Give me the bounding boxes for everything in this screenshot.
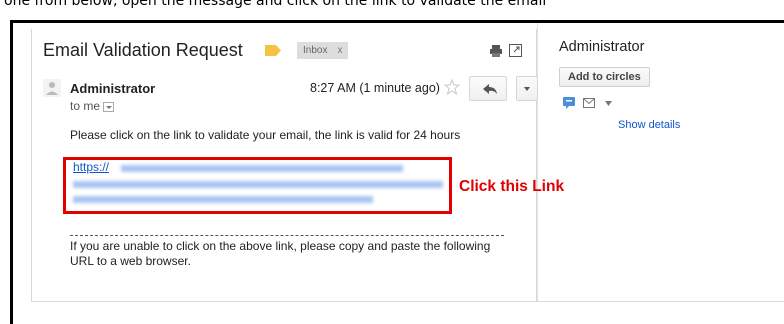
mail-icon[interactable]	[583, 98, 595, 108]
show-details-link[interactable]: Show details	[618, 119, 680, 131]
contact-name: Administrator	[559, 39, 645, 55]
panel-bottom-border	[537, 301, 784, 302]
gmail-window: Email Validation Request Inbox x Administ…	[10, 20, 784, 324]
dashed-separator	[70, 235, 504, 236]
show-details-dropdown-icon[interactable]	[103, 101, 115, 112]
inbox-label-chip[interactable]: Inbox x	[297, 42, 349, 59]
screenshot: one from below, open the message and cli…	[0, 0, 784, 324]
message-subject: Email Validation Request	[43, 40, 243, 60]
label-tag-icon[interactable]	[265, 45, 281, 56]
chevron-down-icon[interactable]	[605, 101, 612, 106]
click-link-callout: Click this Link	[459, 178, 565, 195]
add-to-circles-button[interactable]: Add to circles	[559, 67, 650, 87]
chat-icon[interactable]	[563, 97, 575, 109]
recipient-line: to me	[70, 99, 115, 113]
sender-name[interactable]: Administrator	[70, 81, 155, 96]
more-actions-button[interactable]	[516, 76, 538, 101]
new-window-icon[interactable]	[509, 44, 522, 57]
panel-divider	[537, 23, 538, 302]
message-body-text: Please click on the link to validate you…	[70, 128, 461, 142]
recipient-text: to me	[70, 99, 101, 113]
remove-label-icon[interactable]: x	[337, 45, 342, 56]
sender-avatar	[43, 79, 61, 97]
reply-button[interactable]	[469, 76, 507, 101]
star-icon[interactable]	[444, 79, 460, 95]
person-icon	[46, 82, 58, 95]
link-highlight-box	[63, 157, 452, 214]
message-timestamp: 8:27 AM (1 minute ago)	[310, 81, 440, 95]
instruction-caption: one from below, open the message and cli…	[4, 0, 547, 9]
reply-arrow-icon	[483, 84, 497, 94]
fallback-instructions: If you are unable to click on the above …	[70, 239, 491, 268]
print-icon[interactable]	[489, 44, 503, 58]
inbox-label-text: Inbox	[303, 45, 328, 56]
